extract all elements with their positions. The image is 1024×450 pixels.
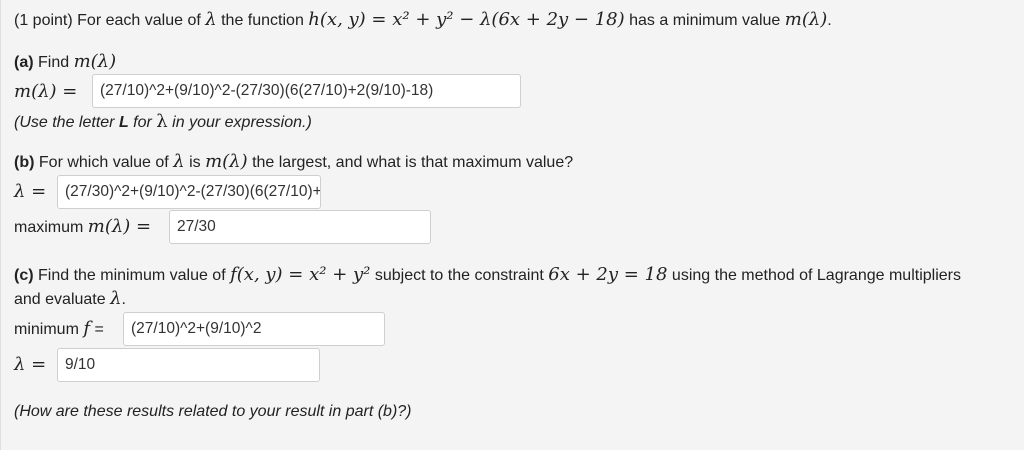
part-b-lambda: λ — [173, 151, 185, 172]
part-c-lambda-row: λ = — [14, 354, 46, 377]
part-c-text-b: subject to the constraint — [374, 267, 544, 284]
part-c-min-f: f — [83, 318, 91, 339]
part-b-text-c: the largest, and what is that maximum va… — [252, 154, 574, 171]
intro-text-c: has a minimum value — [629, 12, 781, 29]
intro-text-a: For each value of — [77, 12, 201, 29]
hint-text-c: in your expression.) — [172, 114, 312, 131]
hint-lambda: λ — [156, 111, 168, 132]
part-b-max-row: maximum m(λ) = — [14, 216, 151, 239]
part-b-text-b: is — [189, 154, 201, 171]
problem-statement: (1 point) For each value of λ the functi… — [14, 9, 832, 32]
points-label: (1 point) — [14, 12, 73, 29]
part-a-prefix: m(λ) = — [14, 81, 78, 102]
hint-letter: L — [118, 114, 129, 131]
intro-lambda: λ — [205, 9, 217, 30]
part-a-heading: (a) Find m(λ) — [14, 51, 116, 74]
part-c-constraint: 6x + 2y = 18 — [548, 264, 668, 285]
problem-page: (1 point) For each value of λ the functi… — [0, 0, 1024, 450]
intro-text-b: the function — [221, 12, 304, 29]
intro-m-lambda: m(λ) — [784, 9, 828, 30]
part-a-answer-row: m(λ) = — [14, 81, 77, 104]
part-c-label: (c) — [14, 267, 34, 284]
part-b-max-input[interactable]: 27/30 — [169, 210, 431, 244]
hint-text-b: for — [133, 114, 152, 131]
part-b-lambda-input[interactable]: (27/30)^2+(9/10)^2-(27/30)(6(27/10)+2(9/… — [57, 175, 321, 209]
part-a-label: (a) — [14, 54, 34, 71]
part-c-followup: (How are these results related to your r… — [14, 403, 412, 420]
part-b-max-math: m(λ) = — [87, 216, 152, 237]
part-c-min-input[interactable]: (27/10)^2+(9/10)^2 — [123, 312, 385, 346]
part-c-min-row: minimum f = — [14, 318, 104, 341]
intro-period: . — [827, 12, 832, 29]
part-c-f-expression: f(x, y) = x² + y² — [230, 264, 371, 285]
part-a-answer-input[interactable]: (27/10)^2+(9/10)^2-(27/30)(6(27/10)+2(9/… — [92, 74, 521, 108]
part-b-lambda-row: λ = — [14, 181, 46, 204]
part-c-text-d: and evaluate — [14, 291, 106, 308]
part-b-m-lambda: m(λ) — [205, 151, 248, 172]
part-c-text-a: Find the minimum value of — [38, 267, 226, 284]
function-expression: h(x, y) = x² + y² − λ(6x + 2y − 18) — [308, 9, 625, 30]
part-b-heading: (b) For which value of λ is m(λ) the lar… — [14, 151, 573, 174]
part-c-heading: (c) Find the minimum value of f(x, y) = … — [14, 264, 961, 287]
part-a-text: Find — [38, 54, 70, 71]
part-a-target: m(λ) — [73, 51, 117, 72]
part-c-heading-cont: and evaluate λ. — [14, 288, 126, 311]
part-c-text-c: using the method of Lagrange multipliers — [671, 267, 961, 284]
hint-text-a: (Use the letter — [14, 114, 115, 131]
part-c-min-eq: = — [94, 321, 104, 338]
part-c-lambda-prefix: λ = — [14, 354, 47, 375]
part-c-lambda: λ — [110, 288, 122, 309]
part-b-lambda-prefix: λ = — [14, 181, 47, 202]
part-b-text-a: For which value of — [38, 154, 169, 171]
part-a-hint: (Use the letter L for λ in your expressi… — [14, 111, 312, 134]
part-b-label: (b) — [14, 154, 35, 171]
part-c-period: . — [121, 291, 126, 308]
part-c-min-text: minimum — [14, 321, 79, 338]
part-b-max-text: maximum — [14, 219, 84, 236]
part-c-lambda-input[interactable]: 9/10 — [57, 348, 320, 382]
